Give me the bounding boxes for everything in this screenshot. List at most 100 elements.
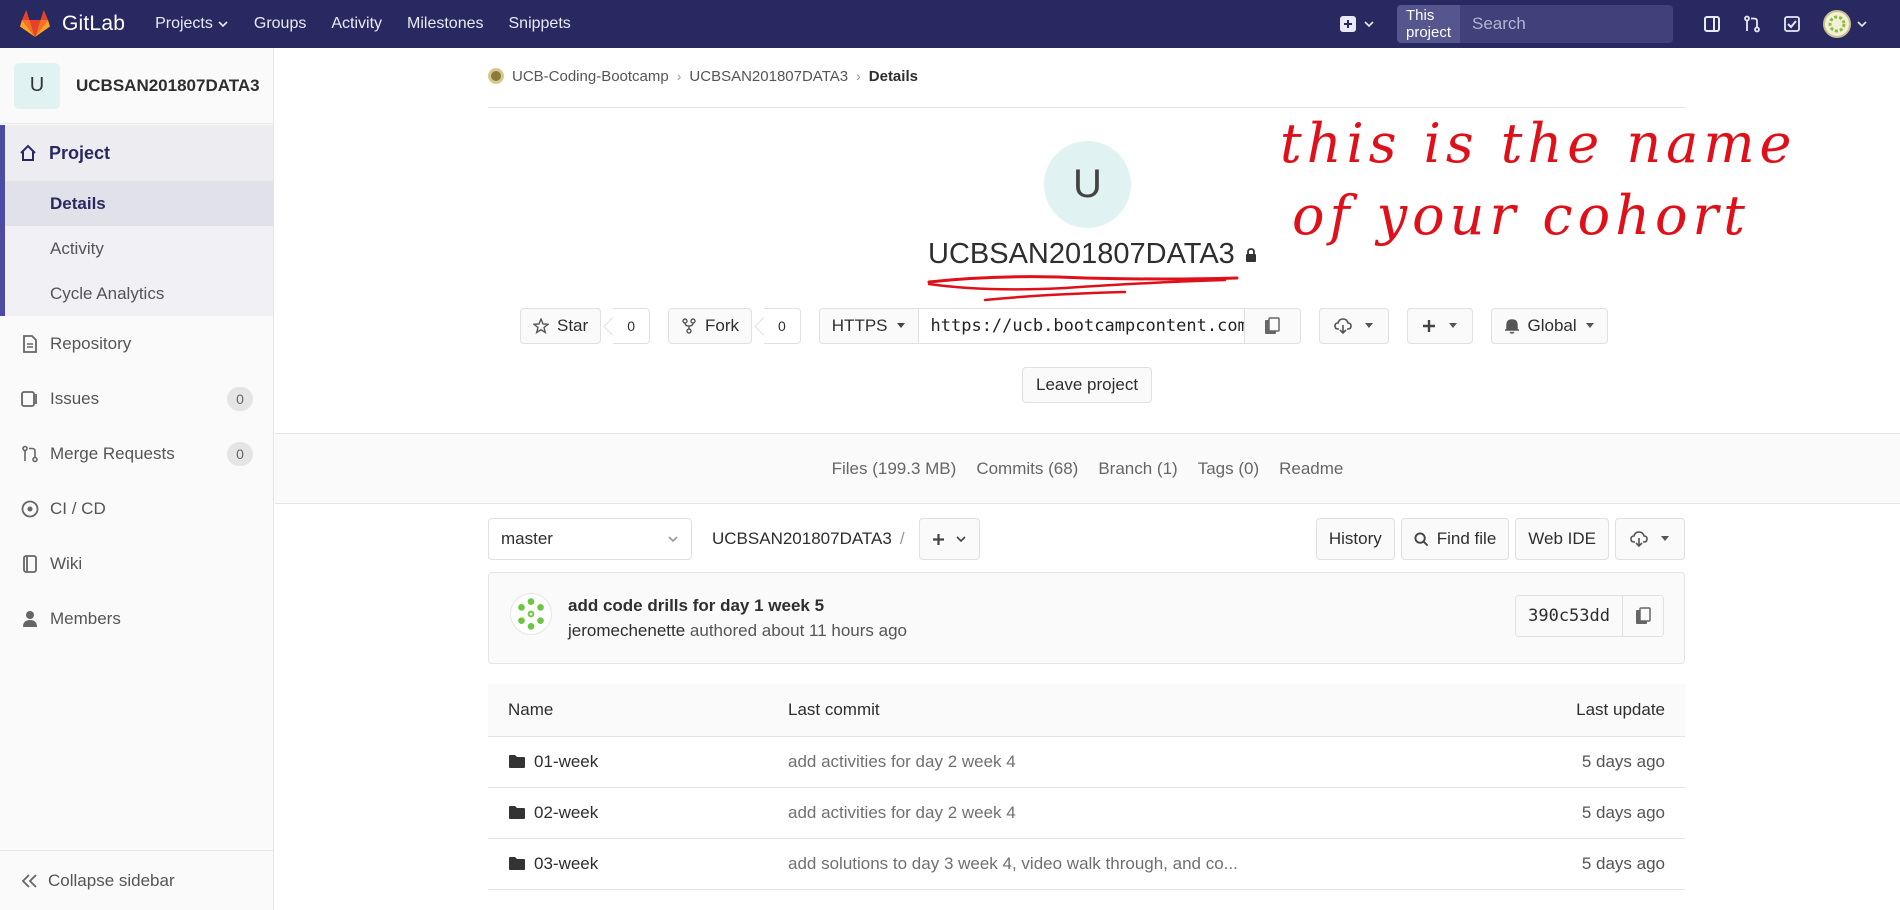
copy-url-button[interactable] (1243, 309, 1300, 343)
collapse-sidebar-button[interactable]: Collapse sidebar (0, 850, 273, 910)
nav-activity[interactable]: Activity (331, 15, 382, 33)
breadcrumb-current[interactable]: Details (869, 68, 918, 85)
table-row[interactable]: 01-week add activities for day 2 week 4 … (488, 736, 1685, 788)
file-tree-table: Name Last commit Last update 01-week add… (488, 684, 1685, 890)
sidebar-toggle-button[interactable] (1703, 15, 1721, 33)
top-navbar: GitLab Projects Groups Activity Mileston… (0, 0, 1900, 48)
commit-title[interactable]: add code drills for day 1 week 5 (568, 596, 824, 616)
sidebar-item-project-label: Project (49, 142, 111, 163)
download-dropdown[interactable] (1318, 308, 1389, 344)
caret-down-icon (896, 323, 905, 328)
stat-readme[interactable]: Readme (1279, 459, 1343, 479)
nav-milestones[interactable]: Milestones (407, 15, 483, 33)
stat-commits[interactable]: Commits (68) (976, 459, 1078, 479)
stat-files[interactable]: Files (199.3 MB) (832, 459, 957, 479)
new-dropdown[interactable] (1339, 15, 1375, 33)
merge-request-icon (20, 445, 40, 463)
tree-path-root[interactable]: UCBSAN201807DATA3 (712, 529, 892, 549)
wiki-icon (20, 554, 40, 573)
annotation-line-1: this is the name (1280, 112, 1797, 175)
collapse-sidebar-label: Collapse sidebar (48, 870, 175, 890)
table-row[interactable]: 03-week add solutions to day 3 week 4, v… (488, 838, 1685, 890)
file-name-link[interactable]: 03-week (534, 854, 598, 874)
leave-project-button[interactable]: Leave project (1022, 367, 1153, 403)
branch-select[interactable]: master (488, 518, 692, 560)
caret-down-icon (1364, 323, 1373, 328)
page-title: UCBSAN201807DATA3 (928, 238, 1257, 271)
clone-url-input[interactable] (918, 309, 1244, 343)
tree-download-dropdown[interactable] (1615, 518, 1685, 560)
chevron-right-icon: › (856, 68, 861, 84)
commit-author-avatar[interactable] (510, 593, 552, 635)
file-last-commit[interactable]: add activities for day 2 week 4 (788, 736, 1465, 788)
sidebar-item-issues-label: Issues (50, 388, 100, 408)
search-input[interactable] (1460, 5, 1673, 43)
sidebar-item-project[interactable]: Project (5, 125, 273, 181)
tree-add-dropdown[interactable] (918, 518, 980, 560)
sidebar-item-wiki[interactable]: Wiki (0, 536, 273, 591)
stat-branches[interactable]: Branch (1) (1098, 459, 1177, 479)
nav-groups[interactable]: Groups (254, 15, 306, 33)
fork-count[interactable]: 0 (763, 308, 801, 344)
table-row[interactable]: 02-week add activities for day 2 week 4 … (488, 787, 1685, 839)
history-button[interactable]: History (1315, 518, 1395, 560)
fork-button[interactable]: Fork (667, 308, 752, 344)
clone-protocol-label: HTTPS (831, 316, 888, 335)
sidebar-subitem-activity[interactable]: Activity (5, 226, 273, 271)
sidebar-project-header[interactable]: U UCBSAN201807DATA3 (0, 48, 273, 124)
sidebar-subitem-details[interactable]: Details (5, 181, 273, 226)
sidebar-item-issues[interactable]: Issues 0 (0, 371, 273, 426)
copy-sha-button[interactable] (1623, 596, 1663, 636)
star-count[interactable]: 0 (613, 308, 650, 344)
nav-projects[interactable]: Projects (155, 15, 229, 33)
clone-protocol-dropdown[interactable]: HTTPS (819, 309, 919, 343)
project-sidebar: U UCBSAN201807DATA3 Project Details Acti… (0, 48, 274, 910)
tree-actions: History Find file Web IDE (1315, 518, 1685, 560)
merge-requests-button[interactable] (1743, 15, 1761, 33)
add-dropdown[interactable] (1406, 308, 1473, 344)
lock-icon (1245, 247, 1256, 262)
commit-time: authored about 11 hours ago (689, 621, 908, 640)
branch-name: master (501, 529, 553, 548)
commit-sha[interactable]: 390c53dd (1516, 596, 1623, 636)
breadcrumb-project[interactable]: UCBSAN201807DATA3 (689, 68, 848, 85)
main-nav: Projects Groups Activity Milestones Snip… (155, 0, 596, 48)
sidebar-item-merge-requests[interactable]: Merge Requests 0 (0, 426, 273, 481)
file-last-update: 5 days ago (1465, 838, 1685, 890)
chevron-right-icon: › (676, 68, 682, 84)
file-last-commit[interactable]: add activities for day 2 week 4 (788, 787, 1465, 839)
issues-count-badge: 0 (227, 387, 253, 411)
search-scope-badge[interactable]: This project (1397, 5, 1461, 43)
user-menu[interactable] (1823, 10, 1868, 38)
home-icon (19, 144, 37, 162)
merge-request-icon (1744, 15, 1760, 33)
star-button[interactable]: Star (520, 308, 602, 344)
folder-icon (509, 755, 525, 768)
group-logo-icon (488, 68, 504, 84)
notification-dropdown[interactable]: Global (1490, 308, 1608, 344)
fork-label: Fork (704, 316, 739, 335)
web-ide-button[interactable]: Web IDE (1515, 518, 1609, 560)
star-label: Star (557, 316, 589, 335)
todos-button[interactable] (1783, 15, 1801, 33)
commit-author[interactable]: jeromechenette (568, 621, 685, 640)
nav-snippets[interactable]: Snippets (509, 15, 571, 33)
sidebar-item-repository[interactable]: Repository (0, 316, 273, 371)
sidebar-section-project: Project Details Activity Cycle Analytics (0, 125, 273, 316)
file-last-commit[interactable]: add solutions to day 3 week 4, video wal… (788, 838, 1465, 890)
sidebar-project-name: UCBSAN201807DATA3 (76, 75, 260, 95)
cloud-download-icon (1630, 531, 1648, 547)
sidebar-item-ci-cd[interactable]: CI / CD (0, 481, 273, 536)
col-header-last-update: Last update (1465, 684, 1685, 737)
caret-down-icon (1585, 323, 1594, 328)
plus-square-icon (1340, 16, 1356, 32)
file-name-link[interactable]: 02-week (534, 803, 598, 823)
breadcrumb-group[interactable]: UCB-Coding-Bootcamp (512, 68, 669, 85)
find-file-label: Find file (1436, 529, 1497, 548)
find-file-button[interactable]: Find file (1400, 518, 1510, 560)
file-name-link[interactable]: 01-week (534, 752, 598, 772)
sidebar-subitem-cycle-analytics[interactable]: Cycle Analytics (5, 271, 273, 316)
gitlab-home-link[interactable]: GitLab (20, 0, 125, 48)
sidebar-item-members[interactable]: Members (0, 591, 273, 646)
stat-tags[interactable]: Tags (0) (1198, 459, 1259, 479)
